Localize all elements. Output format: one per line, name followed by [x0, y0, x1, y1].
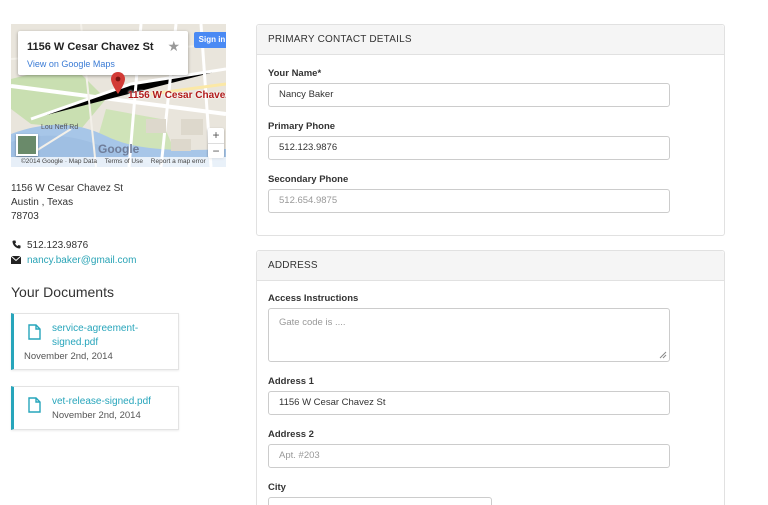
map-report-link[interactable]: Report a map error: [151, 158, 206, 165]
map-copyright: ©2014 Google · Map Data: [21, 158, 97, 165]
address-1-label: Address 1: [268, 376, 314, 387]
address-heading: ADDRESS: [257, 251, 724, 281]
city-input[interactable]: [268, 497, 492, 505]
map-info-card: 1156 W Cesar Chavez St ★ View on Google …: [18, 31, 188, 75]
email-line: nancy.baker@gmail.com: [10, 255, 136, 266]
map-footer: ©2014 Google · Map Data Terms of Use Rep…: [11, 157, 226, 167]
address-line-2: Austin , Texas: [11, 197, 74, 208]
document-date: November 2nd, 2014: [24, 351, 113, 362]
access-instructions-textarea[interactable]: Gate code is ....: [268, 308, 670, 362]
map-zoom-control: + −: [208, 128, 224, 158]
google-logo: Google: [98, 142, 140, 156]
primary-contact-panel: PRIMARY CONTACT DETAILS Your Name* Nancy…: [256, 24, 725, 236]
phone-icon: [11, 240, 21, 251]
location-map[interactable]: 1156 W Cesar Chavez St ★ View on Google …: [11, 24, 226, 167]
primary-phone-label: Primary Phone: [268, 121, 336, 132]
map-sign-in-button[interactable]: Sign in: [194, 32, 226, 48]
access-instructions-placeholder: Gate code is ....: [279, 317, 346, 328]
name-input[interactable]: Nancy Baker: [268, 83, 670, 107]
address-2-input[interactable]: Apt. #203: [268, 444, 670, 468]
email-link[interactable]: nancy.baker@gmail.com: [27, 255, 136, 266]
document-name-link[interactable]: service-agreement-signed.pdf: [52, 322, 162, 350]
secondary-phone-input[interactable]: 512.654.9875: [268, 189, 670, 213]
address-line-3: 78703: [11, 211, 39, 222]
address-1-input[interactable]: 1156 W Cesar Chavez St: [268, 391, 670, 415]
envelope-icon: [10, 255, 22, 266]
access-instructions-label: Access Instructions: [268, 293, 359, 304]
file-icon: [28, 397, 41, 413]
address-block: 1156 W Cesar Chavez St Austin , Texas 78…: [11, 182, 123, 224]
primary-contact-heading: PRIMARY CONTACT DETAILS: [257, 25, 724, 55]
star-icon[interactable]: ★: [167, 38, 180, 55]
city-label: City: [268, 482, 286, 493]
phone-number: 512.123.9876: [27, 240, 89, 251]
zoom-in-button[interactable]: +: [208, 128, 224, 143]
primary-phone-input[interactable]: 512.123.9876: [268, 136, 670, 160]
satellite-toggle-thumbnail[interactable]: [16, 134, 38, 156]
document-card[interactable]: service-agreement-signed.pdf November 2n…: [11, 313, 179, 370]
secondary-phone-label: Secondary Phone: [268, 174, 349, 185]
map-road-label: Lou Neff Rd: [41, 124, 79, 131]
name-label: Your Name*: [268, 68, 322, 79]
zoom-out-button[interactable]: −: [208, 143, 224, 158]
view-on-google-maps-link[interactable]: View on Google Maps: [27, 59, 115, 69]
documents-heading: Your Documents: [11, 284, 114, 300]
file-icon: [28, 324, 41, 340]
address-panel: ADDRESS Access Instructions Gate code is…: [256, 250, 725, 505]
phone-line: 512.123.9876: [11, 240, 88, 251]
map-pin-label: 1156 W Cesar Chavez St: [128, 90, 226, 101]
address-2-label: Address 2: [268, 429, 314, 440]
address-line-1: 1156 W Cesar Chavez St: [11, 183, 124, 194]
document-date: November 2nd, 2014: [52, 410, 141, 421]
document-name-link[interactable]: vet-release-signed.pdf: [52, 395, 162, 409]
map-terms-link[interactable]: Terms of Use: [105, 158, 143, 165]
map-pin-icon[interactable]: [111, 72, 125, 94]
map-address: 1156 W Cesar Chavez St: [27, 41, 154, 53]
resize-handle-icon[interactable]: [659, 351, 667, 359]
document-card[interactable]: vet-release-signed.pdf November 2nd, 201…: [11, 386, 179, 430]
